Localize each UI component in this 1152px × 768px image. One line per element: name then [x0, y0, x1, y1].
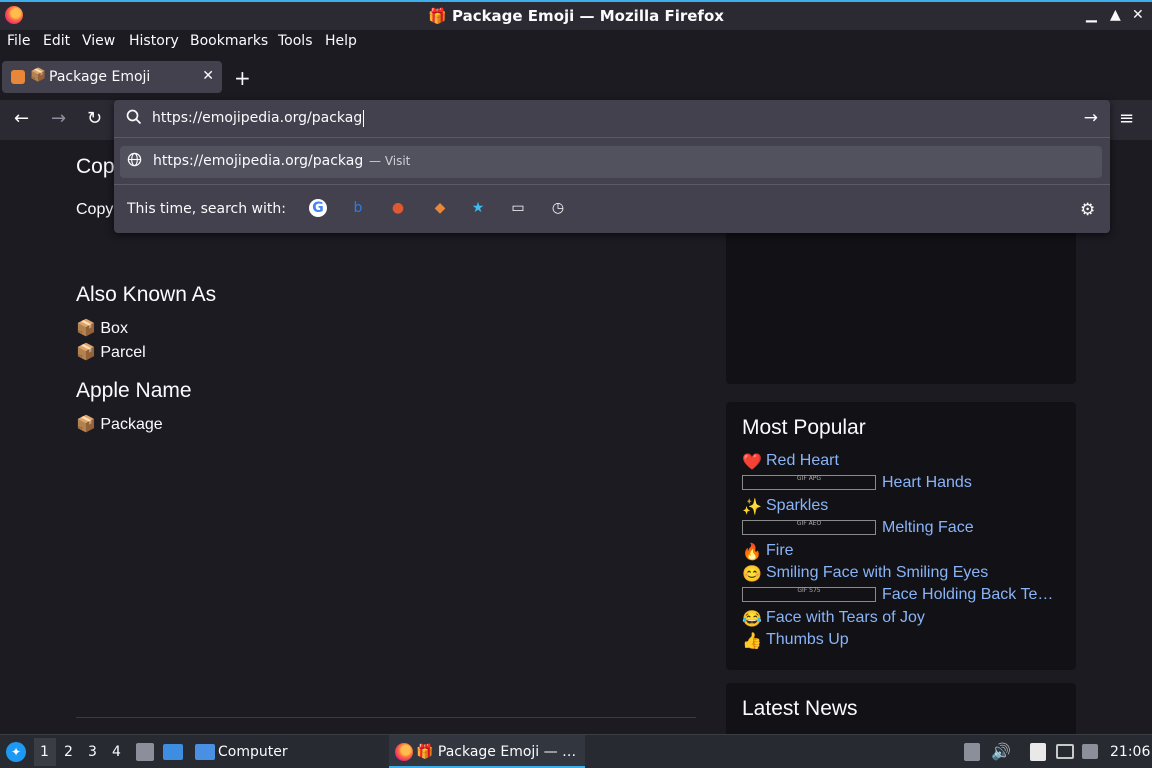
urlbar[interactable]: https://emojipedia.org/packag →	[114, 100, 1110, 138]
menu-view[interactable]: View	[82, 33, 115, 49]
copy-text: Copy	[76, 201, 114, 218]
search-engines-row: This time, search with: Gb ● ◆ ★ ▭ ◷ ⚙	[114, 184, 1110, 233]
search-with-label: This time, search with:	[127, 201, 286, 217]
go-arrow-icon[interactable]: →	[1084, 108, 1098, 128]
url-input[interactable]: https://emojipedia.org/packag	[152, 110, 362, 126]
most-popular-card: Most Popular ❤️ Red Heart GIF APG Heart Han…	[726, 402, 1076, 670]
taskbar: ✦ 1 2 3 4 Computer 🎁 Package Emoji — … 🔊…	[0, 734, 1152, 768]
file-manager-icon[interactable]	[136, 743, 154, 761]
urlbar-dropdown: https://emojipedia.org/packag → https://…	[114, 100, 1110, 233]
popular-emoji-icon: ❤️	[742, 454, 762, 471]
popular-item-link[interactable]: Face Holding Back Te…	[882, 586, 1053, 604]
gif-placeholder: GIF APG	[742, 475, 876, 491]
package-emoji-icon: 📦	[30, 68, 47, 83]
bing-icon[interactable]: b	[349, 199, 367, 217]
popular-item-link[interactable]: Thumbs Up	[766, 631, 849, 649]
ad-card	[726, 230, 1076, 384]
network-icon[interactable]	[1056, 744, 1074, 759]
search-icon	[126, 109, 142, 129]
popular-item-link[interactable]: Melting Face	[882, 519, 974, 537]
workspace-1[interactable]: 1	[40, 744, 49, 760]
also-known-as-heading: Also Known As	[76, 283, 217, 306]
app-menu-button[interactable]: ≡	[1119, 108, 1134, 129]
firefox-task-icon	[395, 743, 413, 761]
popular-item-link[interactable]: Sparkles	[766, 497, 828, 515]
forward-button[interactable]: →	[51, 108, 66, 129]
tab-package-emoji[interactable]: 📦 Package Emoji ✕	[2, 61, 222, 93]
menu-edit[interactable]: Edit	[43, 33, 70, 49]
apple-name-heading: Apple Name	[76, 379, 192, 402]
tab-label: Package Emoji	[49, 69, 151, 85]
workspace-4[interactable]: 4	[112, 744, 121, 760]
maximize-button[interactable]: ▲	[1110, 7, 1121, 23]
popular-item-link[interactable]: Smiling Face with Smiling Eyes	[766, 564, 988, 582]
gif-placeholder: GIF S75	[742, 587, 876, 603]
addon-engine-icon[interactable]: ◆	[431, 199, 449, 217]
new-tab-button[interactable]: +	[234, 66, 251, 90]
workspace-3[interactable]: 3	[88, 744, 97, 760]
latest-news-heading: Latest News	[742, 697, 858, 720]
clipboard-icon[interactable]	[964, 743, 980, 761]
popular-emoji-icon: 🔥	[742, 543, 762, 561]
text-cursor	[363, 110, 364, 127]
workspace-2[interactable]: 2	[64, 744, 73, 760]
popular-item-link[interactable]: Face with Tears of Joy	[766, 609, 925, 627]
suggestion-action: — Visit	[369, 154, 411, 168]
computer-task[interactable]: Computer	[218, 744, 288, 760]
divider	[76, 717, 696, 718]
menu-file[interactable]: File	[7, 33, 30, 49]
emojipedia-favicon-icon	[11, 70, 25, 84]
popular-item-link[interactable]: Heart Hands	[882, 474, 972, 492]
popular-emoji-icon: 👍	[742, 633, 762, 651]
globe-icon	[127, 152, 142, 171]
most-popular-heading: Most Popular	[742, 416, 866, 439]
menu-history[interactable]: History	[129, 33, 179, 49]
alias-parcel: 📦 Parcel	[76, 344, 146, 361]
bookmarks-icon[interactable]: ★	[469, 199, 487, 217]
popular-item-link[interactable]: Red Heart	[766, 452, 839, 470]
close-tab-button[interactable]: ✕	[202, 68, 214, 84]
close-window-button[interactable]: ✕	[1132, 7, 1144, 23]
volume-icon[interactable]: 🔊	[991, 742, 1011, 761]
alias-box: 📦 Box	[76, 320, 128, 337]
google-icon[interactable]: G	[309, 199, 327, 217]
start-menu-icon[interactable]: ✦	[6, 742, 26, 762]
tabs-icon[interactable]: ▭	[509, 199, 527, 217]
minimize-button[interactable]: ▁	[1086, 7, 1097, 23]
menu-bar: File Edit View History Bookmarks Tools H…	[0, 30, 1152, 54]
suggestion-url: https://emojipedia.org/packag	[153, 153, 364, 169]
popular-item-link[interactable]: Fire	[766, 542, 794, 560]
popular-emoji-icon: 😊	[742, 566, 762, 583]
desktop-icon[interactable]	[163, 744, 183, 760]
menu-tools[interactable]: Tools	[278, 33, 313, 49]
gear-icon[interactable]: ⚙	[1080, 200, 1095, 220]
window-title: 🎁 Package Emoji — Mozilla Firefox	[428, 7, 724, 25]
notes-icon[interactable]	[1030, 743, 1046, 761]
popular-emoji-icon: 😂	[742, 610, 762, 628]
back-button[interactable]: ←	[14, 108, 29, 129]
menu-help[interactable]: Help	[325, 33, 357, 49]
history-icon[interactable]: ◷	[549, 199, 567, 217]
tab-bar: 📦 Package Emoji ✕ +	[0, 54, 1152, 100]
firefox-task-label[interactable]: 🎁 Package Emoji — …	[416, 744, 576, 760]
apple-name-value: 📦 Package	[76, 416, 163, 433]
suggestion-row[interactable]: https://emojipedia.org/packag — Visit	[120, 146, 1102, 178]
folder-icon	[195, 744, 215, 760]
reload-button[interactable]: ↻	[87, 108, 102, 129]
popular-emoji-icon: ✨	[742, 498, 762, 516]
window-titlebar: 🎁 Package Emoji — Mozilla Firefox ▁ ▲ ✕	[0, 0, 1152, 30]
clock: 21:06	[1110, 744, 1151, 760]
gif-placeholder: GIF AEO	[742, 520, 876, 536]
copy-heading: Cop	[76, 155, 115, 178]
menu-bookmarks[interactable]: Bookmarks	[190, 33, 268, 49]
notifications-icon[interactable]	[1082, 744, 1098, 759]
latest-news-card: Latest News	[726, 683, 1076, 734]
duckduckgo-icon[interactable]: ●	[389, 199, 407, 217]
